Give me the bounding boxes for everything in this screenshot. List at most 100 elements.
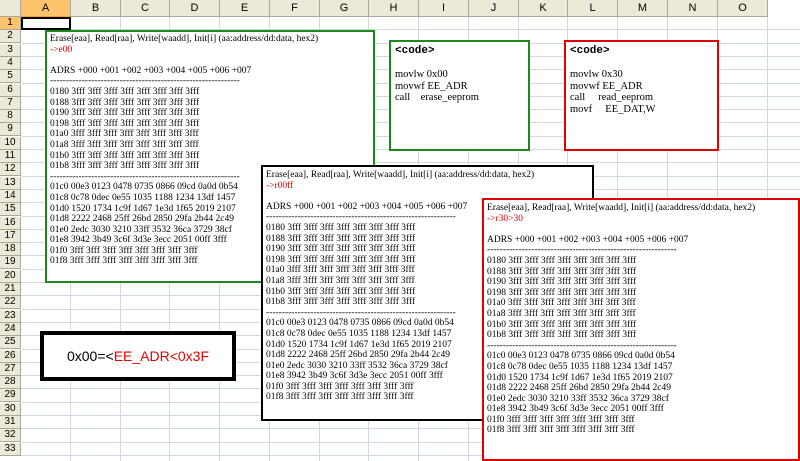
row-header-26[interactable]: 26 <box>0 349 21 363</box>
code-line: call erase_eeprom <box>395 92 479 103</box>
row-header-20[interactable]: 20 <box>0 269 21 283</box>
row-header-30[interactable]: 30 <box>0 402 21 416</box>
dump-line: 0198 3fff 3fff 3fff 3fff 3fff 3fff 3fff … <box>487 287 637 298</box>
dump-line: ----------------------------------------… <box>487 340 677 351</box>
row-header-13[interactable]: 13 <box>0 176 21 190</box>
dump-line: 01c8 0c78 0dec 0e55 1035 1188 1234 13df … <box>487 361 673 372</box>
code-line: movf EE_DAT,W <box>570 103 656 115</box>
dump-line: 01d0 1520 1734 1c9f 1d67 1e3d 1f65 2019 … <box>487 372 673 383</box>
dump-line: 0188 3fff 3fff 3fff 3fff 3fff 3fff 3fff … <box>487 266 637 277</box>
row-header-28[interactable]: 28 <box>0 376 21 390</box>
dump-line: 01b0 3fff 3fff 3fff 3fff 3fff 3fff 3fff … <box>487 319 637 330</box>
dump-line: 0190 3fff 3fff 3fff 3fff 3fff 3fff 3fff … <box>50 108 200 119</box>
command-help-line: Erase[eaa], Read[raa], Write[waadd], Ini… <box>50 34 319 44</box>
column-header-e[interactable]: E <box>220 0 270 17</box>
row-header-5[interactable]: 5 <box>0 70 21 84</box>
row-header-11[interactable]: 11 <box>0 150 21 163</box>
column-header-h[interactable]: H <box>369 0 419 17</box>
column-header-i[interactable]: I <box>419 0 469 17</box>
code-line: movlw 0x30 <box>570 69 623 80</box>
row-header-17[interactable]: 17 <box>0 229 21 243</box>
dump-line: 01d8 2222 2468 25ff 26bd 2850 29fa 2b44 … <box>487 383 672 394</box>
command-help-line: Erase[eaa], Read[raa], Write[waadd], Ini… <box>266 170 535 180</box>
row-header-27[interactable]: 27 <box>0 362 21 376</box>
code-line: movwf EE_ADR <box>395 80 468 92</box>
dump-line: 01b8 3fff 3fff 3fff 3fff 3fff 3fff 3fff … <box>487 330 637 341</box>
condition-prefix: 0x00=< <box>66 348 114 364</box>
column-header-o[interactable]: O <box>718 0 768 17</box>
row-header-1[interactable]: 1 <box>0 17 21 30</box>
row-header-18[interactable]: 18 <box>0 243 21 257</box>
column-header-c[interactable]: C <box>121 0 170 17</box>
row-header-32[interactable]: 32 <box>0 429 21 443</box>
column-header-d[interactable]: D <box>170 0 220 17</box>
column-header-l[interactable]: L <box>568 0 618 17</box>
dump-line: 01e8 3942 3b49 3c6f 3d3e 3ecc 2051 00ff … <box>487 404 664 415</box>
column-header-g[interactable]: G <box>320 0 369 17</box>
command-input-line: ->e00 <box>50 44 73 55</box>
row-header-19[interactable]: 19 <box>0 256 21 270</box>
eeprom-dump-read-range-box: Erase[eaa], Read[raa], Write[waadd], Ini… <box>482 198 800 461</box>
command-input-line: ->r00ff <box>266 180 294 191</box>
code-line: movwf EE_ADR <box>570 80 643 92</box>
dump-line: 01f0 3fff 3fff 3fff 3fff 3fff 3fff 3fff … <box>487 414 635 425</box>
row-header-8[interactable]: 8 <box>0 110 21 124</box>
dump-line: 01a0 3fff 3fff 3fff 3fff 3fff 3fff 3fff … <box>50 129 199 140</box>
dump-line: 0198 3fff 3fff 3fff 3fff 3fff 3fff 3fff … <box>50 118 200 129</box>
column-header-a[interactable]: A <box>21 0 71 17</box>
dump-line: 01f8 3fff 3fff 3fff 3fff 3fff 3fff 3fff … <box>487 425 635 436</box>
row-header-22[interactable]: 22 <box>0 296 21 310</box>
code-box-read: <code> movlw 0x30 movwf EE_ADR call read_e… <box>564 40 719 151</box>
dump-line: 0188 3fff 3fff 3fff 3fff 3fff 3fff 3fff … <box>50 97 200 108</box>
row-header-29[interactable]: 29 <box>0 389 21 403</box>
dump-line: 01a0 3fff 3fff 3fff 3fff 3fff 3fff 3fff … <box>487 298 636 309</box>
row-header-4[interactable]: 4 <box>0 56 21 70</box>
select-all-corner[interactable] <box>0 0 21 17</box>
dump-line: 0180 3fff 3fff 3fff 3fff 3fff 3fff 3fff … <box>50 86 200 97</box>
column-header-m[interactable]: M <box>618 0 668 17</box>
row-header-31[interactable]: 31 <box>0 416 21 429</box>
command-input-line: ->r30>30 <box>487 213 524 224</box>
condition-highlight: EE_ADR<0x3F <box>113 348 210 364</box>
row-header-16[interactable]: 16 <box>0 216 21 230</box>
row-header-3[interactable]: 3 <box>0 43 21 57</box>
row-header-21[interactable]: 21 <box>0 283 21 296</box>
column-header-f[interactable]: F <box>270 0 320 17</box>
address-range-condition: 0x00=<EE_ADR<0x3F <box>40 331 236 381</box>
column-header-b[interactable]: B <box>71 0 121 17</box>
command-help-line: Erase[eaa], Read[raa], Write[waadd], Ini… <box>487 203 756 213</box>
row-header-14[interactable]: 14 <box>0 189 21 203</box>
dump-line: ----------------------------------------… <box>50 76 240 87</box>
row-header-12[interactable]: 12 <box>0 163 21 177</box>
dump-line: 01a8 3fff 3fff 3fff 3fff 3fff 3fff 3fff … <box>50 139 199 150</box>
dump-line: 01e0 2edc 3030 3210 33ff 3532 36ca 3729 … <box>487 393 669 404</box>
code-box-erase: <code> movlw 0x00 movwf EE_ADR call erase_… <box>389 40 530 151</box>
dump-line: ADRS +000 +001 +002 +003 +004 +005 +006 … <box>50 65 252 76</box>
row-header-7[interactable]: 7 <box>0 96 21 110</box>
dump-line <box>487 224 795 235</box>
code-header: <code> <box>395 45 435 57</box>
dump-line: 0180 3fff 3fff 3fff 3fff 3fff 3fff 3fff … <box>487 255 637 266</box>
row-header-33[interactable]: 33 <box>0 442 21 456</box>
row-header-25[interactable]: 25 <box>0 336 21 350</box>
dump-line: 01c0 00e3 0123 0478 0735 0866 09cd 0a0d … <box>487 351 675 362</box>
code-line: call read_eeprom <box>570 92 654 103</box>
row-header-9[interactable]: 9 <box>0 123 21 137</box>
row-header-2[interactable]: 2 <box>0 30 21 44</box>
row-header-15[interactable]: 15 <box>0 203 21 217</box>
column-header-k[interactable]: K <box>519 0 568 17</box>
dump-line <box>50 55 370 66</box>
row-header-24[interactable]: 24 <box>0 322 21 336</box>
row-header-23[interactable]: 23 <box>0 309 21 323</box>
code-header: <code> <box>570 45 610 57</box>
active-cell-a1[interactable] <box>21 17 71 30</box>
row-header-6[interactable]: 6 <box>0 83 21 97</box>
dump-line: 0190 3fff 3fff 3fff 3fff 3fff 3fff 3fff … <box>487 277 637 288</box>
row-header-10[interactable]: 10 <box>0 136 21 150</box>
column-header-j[interactable]: J <box>469 0 519 17</box>
dump-line: 01a8 3fff 3fff 3fff 3fff 3fff 3fff 3fff … <box>487 308 636 319</box>
column-header-n[interactable]: N <box>668 0 718 17</box>
dump-line: ----------------------------------------… <box>487 245 677 256</box>
